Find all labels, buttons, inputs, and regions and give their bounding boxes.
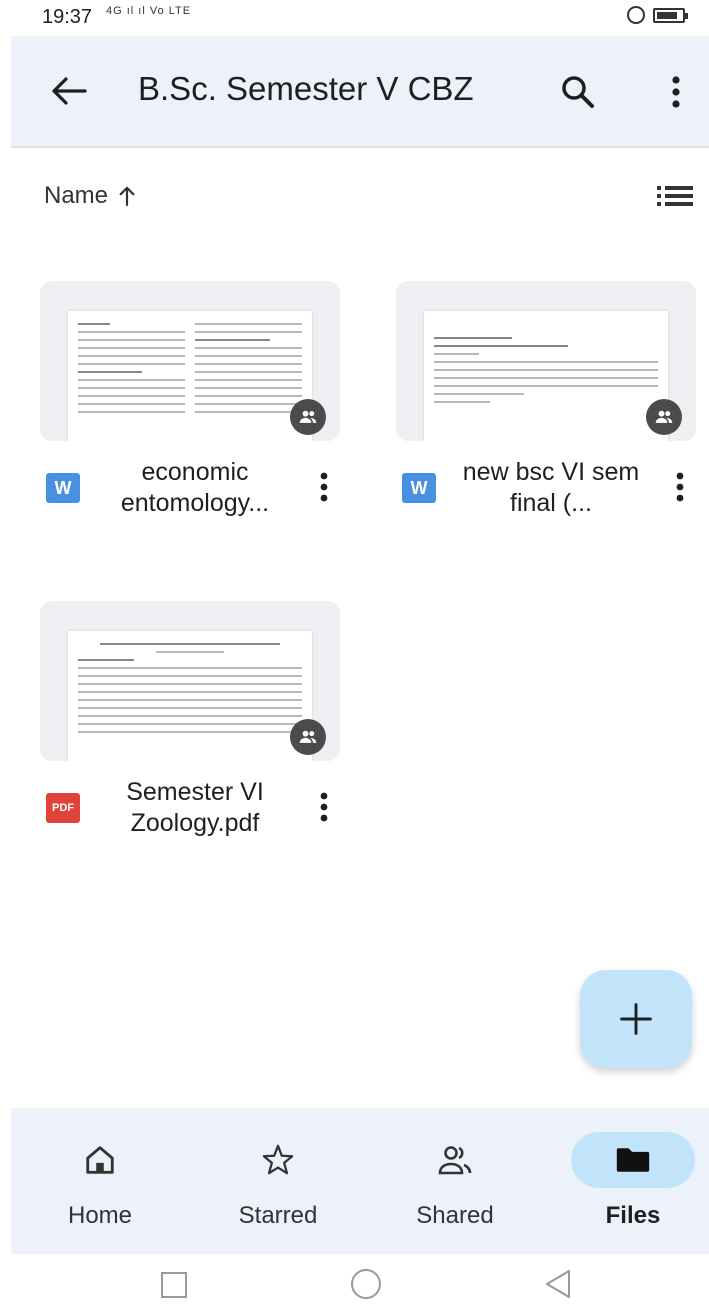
document-preview	[68, 311, 312, 441]
triangle-back-icon	[546, 1270, 570, 1298]
nav-label: Home	[67, 1202, 133, 1229]
nav-home[interactable]: Home	[20, 1108, 180, 1254]
document-preview	[68, 631, 312, 761]
word-file-icon: W	[46, 473, 80, 503]
shared-people-icon	[437, 1142, 473, 1178]
battery-icon	[653, 7, 688, 23]
shared-badge	[290, 719, 326, 755]
file-name: new bsc VI sem final (...	[462, 458, 640, 517]
app-bar: B.Sc. Semester V CBZ	[11, 36, 709, 148]
nav-label: Starred	[238, 1202, 318, 1229]
nav-label: Shared	[416, 1202, 494, 1229]
sort-label: Name	[44, 182, 109, 209]
nav-starred[interactable]: Starred	[198, 1108, 358, 1254]
shared-people-icon	[299, 730, 317, 743]
list-view-icon	[657, 186, 693, 206]
more-vert-icon	[320, 792, 328, 822]
status-icons	[627, 6, 688, 24]
nav-shared[interactable]: Shared	[375, 1108, 535, 1254]
more-vert-icon	[320, 472, 328, 502]
alarm-icon	[627, 6, 645, 24]
system-navigation-bar	[0, 1254, 709, 1309]
folder-title: B.Sc. Semester V CBZ	[138, 70, 474, 107]
file-thumbnail[interactable]	[396, 281, 696, 441]
back-button[interactable]	[51, 76, 87, 106]
search-icon	[562, 76, 594, 108]
file-name: economic entomology...	[120, 458, 270, 517]
file-thumbnail[interactable]	[40, 281, 340, 441]
bottom-navigation: Home Starred Shared Files	[11, 1108, 709, 1254]
circle-icon	[351, 1269, 381, 1299]
status-bar: 19:37 4G ıl ıl Vo LTE	[0, 0, 709, 36]
more-vert-icon	[676, 472, 684, 502]
file-more-button[interactable]	[668, 467, 692, 507]
arrow-up-icon	[119, 186, 135, 207]
list-view-toggle[interactable]	[655, 182, 695, 210]
shared-people-icon	[655, 410, 673, 423]
file-name: Semester VI Zoology.pdf	[126, 778, 264, 837]
word-file-icon: W	[402, 473, 436, 503]
pdf-file-icon: PDF	[46, 793, 80, 823]
nav-label: Files	[605, 1202, 661, 1229]
back-system-button[interactable]	[539, 1266, 575, 1302]
star-icon	[260, 1142, 296, 1178]
home-system-button[interactable]	[348, 1266, 384, 1302]
square-icon	[161, 1272, 187, 1298]
folder-icon	[615, 1142, 651, 1178]
arrow-left-icon	[52, 77, 87, 105]
file-thumbnail[interactable]	[40, 601, 340, 761]
file-more-button[interactable]	[312, 787, 336, 827]
document-preview	[424, 311, 668, 441]
home-icon	[82, 1142, 118, 1178]
sort-bar: Name	[0, 170, 709, 220]
recents-button[interactable]	[157, 1266, 193, 1302]
shared-people-icon	[299, 410, 317, 423]
shared-badge	[646, 399, 682, 435]
shared-badge	[290, 399, 326, 435]
nav-files[interactable]: Files	[553, 1108, 709, 1254]
network-indicator: 4G ıl ıl Vo LTE	[106, 5, 192, 17]
more-vert-icon	[672, 76, 680, 108]
file-more-button[interactable]	[312, 467, 336, 507]
search-button[interactable]	[560, 74, 596, 110]
sort-by-name-button[interactable]: Name	[44, 182, 136, 210]
more-options-button[interactable]	[661, 72, 691, 112]
plus-icon	[620, 1003, 652, 1035]
new-item-fab[interactable]	[580, 970, 692, 1068]
status-time: 19:37	[42, 6, 93, 28]
